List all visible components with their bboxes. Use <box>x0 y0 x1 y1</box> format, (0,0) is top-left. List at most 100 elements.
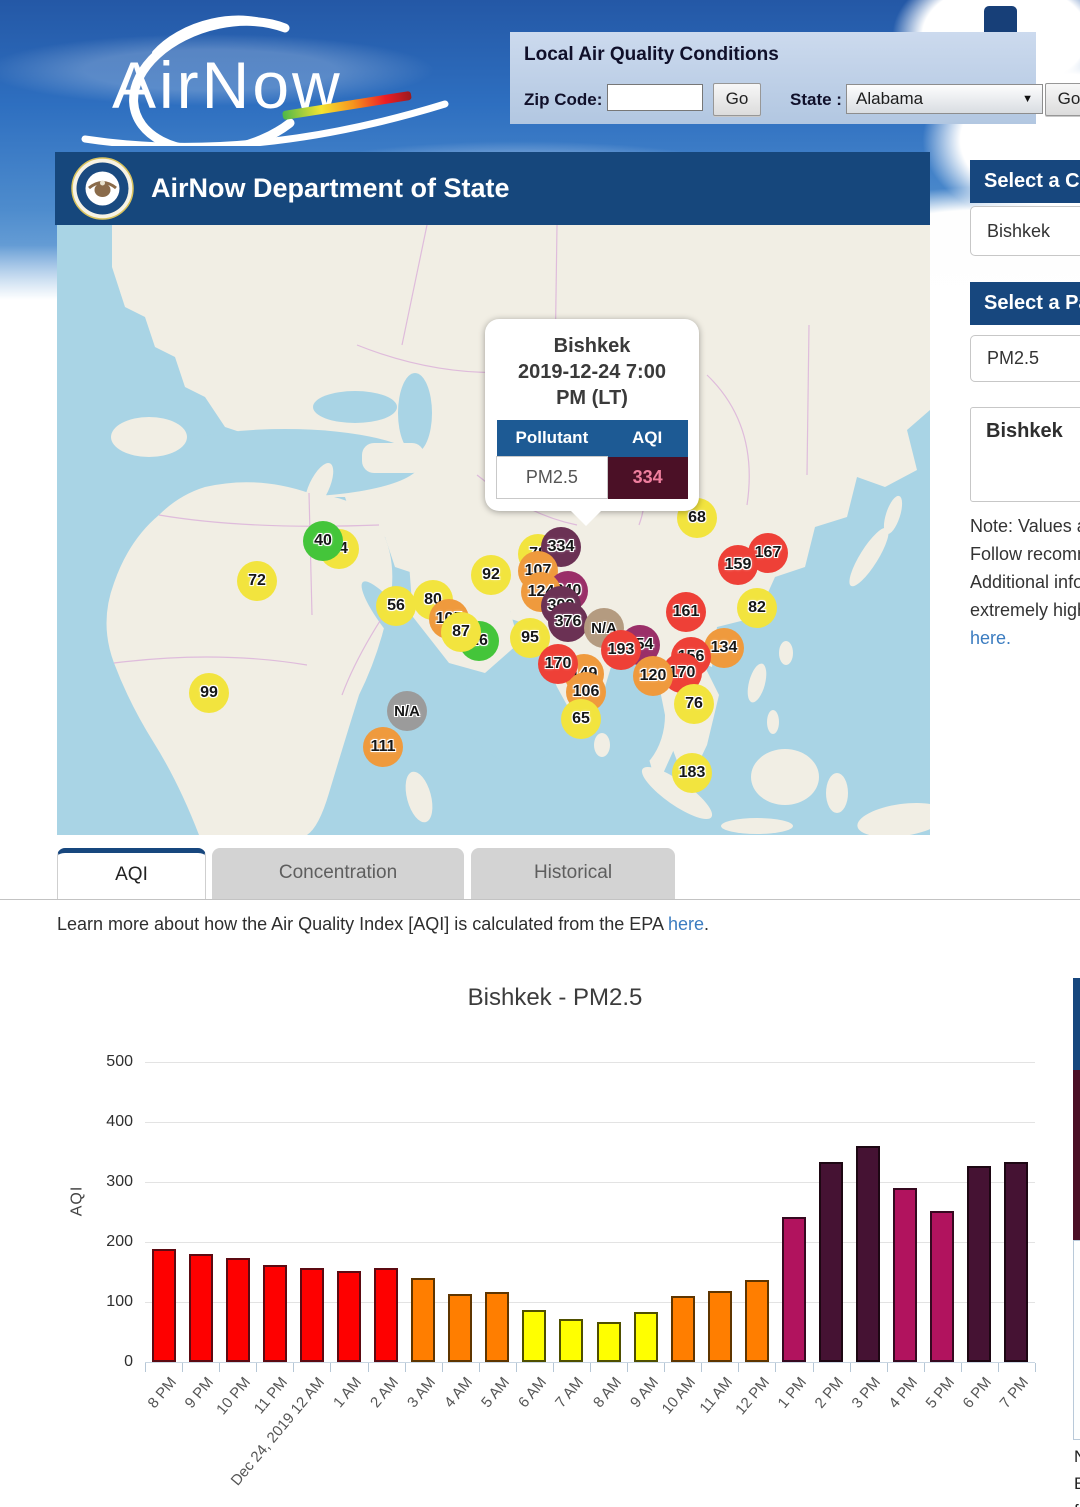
learn-more-link[interactable]: here <box>668 914 704 934</box>
map-marker[interactable]: 99 <box>189 673 229 713</box>
popup-table: Pollutant AQI PM2.5 334 <box>496 420 688 499</box>
bar-9-PM[interactable] <box>189 1254 213 1362</box>
bar-11-PM[interactable] <box>263 1265 287 1362</box>
bar-4-PM[interactable] <box>893 1188 917 1362</box>
right-edge-line: E <box>1074 1470 1080 1497</box>
map-marker[interactable]: 376 <box>548 602 588 642</box>
x-tick-mark <box>1035 1363 1036 1372</box>
x-tick-label: 9 AM <box>627 1374 662 1411</box>
city-select[interactable]: Bishkek <box>970 206 1080 256</box>
x-tick-label: 2 PM <box>811 1374 847 1412</box>
map-marker[interactable]: 56 <box>376 586 416 626</box>
popup-city: Bishkek <box>496 333 688 359</box>
x-tick-label: 7 AM <box>552 1374 587 1411</box>
bar-5-AM[interactable] <box>485 1292 509 1362</box>
popup-pointer <box>569 509 603 526</box>
state-label: State : <box>790 84 842 115</box>
x-tick-mark <box>330 1363 331 1372</box>
x-tick-label: 1 PM <box>774 1374 810 1412</box>
bar-7-AM[interactable] <box>559 1319 583 1362</box>
bar-1-PM[interactable] <box>782 1217 806 1362</box>
map-marker[interactable]: 161 <box>666 592 706 632</box>
aqi-bar-chart: Bishkek - PM2.5 AQI 01002003004005008 PM… <box>0 960 1080 1507</box>
zip-code-input[interactable] <box>607 84 703 111</box>
x-tick-mark <box>293 1363 294 1372</box>
popup-date-2: PM (LT) <box>496 385 688 411</box>
x-tick-mark <box>701 1363 702 1372</box>
map-marker[interactable]: 65 <box>561 699 601 739</box>
x-tick-mark <box>256 1363 257 1372</box>
map-marker[interactable]: 76 <box>674 684 714 724</box>
learn-more-prefix: Learn more about how the Air Quality Ind… <box>57 914 668 934</box>
x-tick-label: 10 PM <box>213 1374 254 1418</box>
x-tick-label: 12 PM <box>732 1374 773 1418</box>
x-tick-label: 5 AM <box>478 1374 513 1411</box>
tab-aqi[interactable]: AQI <box>57 848 206 900</box>
bar-8-PM[interactable] <box>152 1249 176 1362</box>
x-tick-mark <box>405 1363 406 1372</box>
map-marker[interactable]: 159 <box>718 545 758 585</box>
map-marker[interactable]: 40 <box>303 521 343 561</box>
chevron-down-icon: ▼ <box>1022 85 1033 113</box>
map-marker[interactable]: 87 <box>441 612 481 652</box>
y-tick-label: 500 <box>0 1053 133 1071</box>
bar-6-PM[interactable] <box>967 1166 991 1362</box>
note-here-link[interactable]: here. <box>970 624 1080 652</box>
right-edge-line: N <box>1074 1443 1080 1470</box>
bar-2-PM[interactable] <box>819 1162 843 1362</box>
zip-code-label: Zip Code: <box>524 84 602 115</box>
map-marker[interactable]: 193 <box>601 630 641 670</box>
popup-col-pollutant: Pollutant <box>497 420 608 457</box>
bar-9-AM[interactable] <box>634 1312 658 1362</box>
y-tick-label: 300 <box>0 1173 133 1191</box>
x-tick-label: 6 AM <box>515 1374 550 1411</box>
map-marker[interactable]: 120 <box>633 656 673 696</box>
bar-3-AM[interactable] <box>411 1278 435 1362</box>
bar-12-PM[interactable] <box>745 1280 769 1362</box>
bar-11-AM[interactable] <box>708 1291 732 1362</box>
bar-8-AM[interactable] <box>597 1322 621 1362</box>
city-select-value: Bishkek <box>987 221 1050 241</box>
x-tick-label: 9 PM <box>181 1374 217 1412</box>
parameter-select[interactable]: PM2.5 <box>970 335 1080 382</box>
bar-4-AM[interactable] <box>448 1294 472 1362</box>
map-marker[interactable]: 92 <box>471 555 511 595</box>
state-select[interactable]: Alabama ▼ <box>846 84 1043 114</box>
bar-Dec-24-2019-12-AM[interactable] <box>300 1268 324 1362</box>
gridline <box>145 1182 1035 1183</box>
x-tick-label: 5 PM <box>923 1374 959 1412</box>
bar-5-PM[interactable] <box>930 1211 954 1362</box>
x-tick-mark <box>553 1363 554 1372</box>
x-tick-label: 7 PM <box>997 1374 1033 1412</box>
map-marker[interactable]: 82 <box>737 588 777 628</box>
gridline <box>145 1122 1035 1123</box>
note-line: extremely high <box>970 596 1080 624</box>
x-tick-mark <box>516 1363 517 1372</box>
map-marker[interactable]: 111 <box>363 727 403 767</box>
map-marker[interactable]: N/A <box>387 691 427 731</box>
airnow-logo[interactable]: AirNow <box>50 6 450 146</box>
zip-go-button[interactable]: Go <box>713 83 761 116</box>
bar-10-PM[interactable] <box>226 1258 250 1362</box>
tab-historical[interactable]: Historical <box>471 848 675 900</box>
map-marker[interactable]: 183 <box>672 753 712 793</box>
bar-1-AM[interactable] <box>337 1271 361 1362</box>
tab-concentration[interactable]: Concentration <box>212 848 464 900</box>
x-tick-mark <box>813 1363 814 1372</box>
right-edge-panel-aqi <box>1073 1070 1080 1240</box>
state-go-button[interactable]: Go <box>1045 83 1080 116</box>
map-marker[interactable]: 72 <box>237 561 277 601</box>
right-edge-line: f <box>1074 1497 1080 1507</box>
y-tick-label: 200 <box>0 1233 133 1251</box>
airnow-logo-graphic: AirNow <box>50 6 450 146</box>
x-tick-label: 8 PM <box>144 1374 180 1412</box>
x-tick-mark <box>219 1363 220 1372</box>
y-tick-label: 0 <box>0 1353 133 1371</box>
x-tick-label: 10 AM <box>658 1374 698 1418</box>
world-map[interactable]: 54407292568026105879599N/A11178334107240… <box>57 225 930 835</box>
bar-3-PM[interactable] <box>856 1146 880 1362</box>
bar-6-AM[interactable] <box>522 1310 546 1362</box>
bar-2-AM[interactable] <box>374 1268 398 1362</box>
bar-7-PM[interactable] <box>1004 1162 1028 1362</box>
bar-10-AM[interactable] <box>671 1296 695 1362</box>
